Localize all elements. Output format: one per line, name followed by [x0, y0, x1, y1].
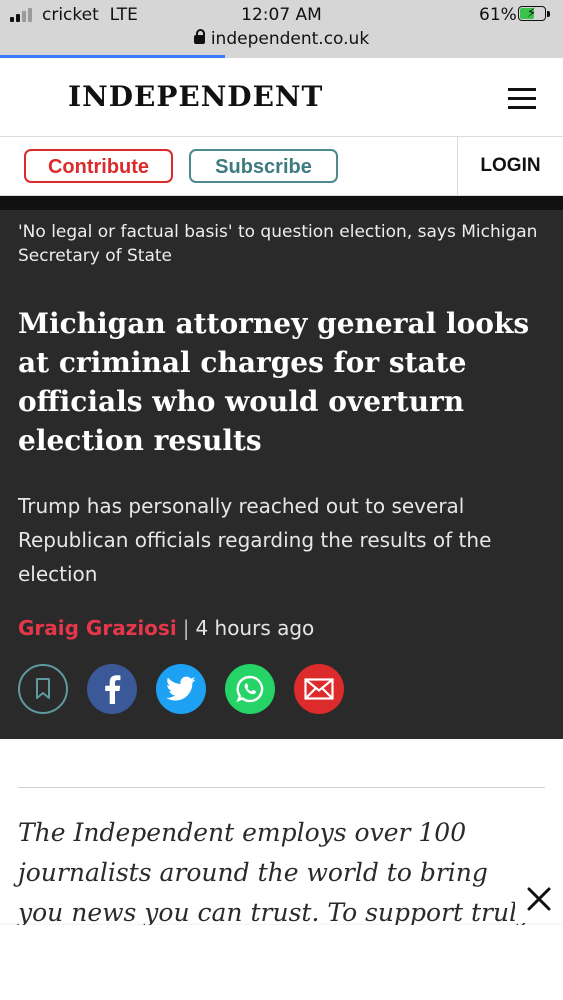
subscribe-button[interactable]: Subscribe: [189, 149, 338, 183]
address-bar[interactable]: independent.co.uk: [0, 29, 563, 49]
login-button[interactable]: LOGIN: [458, 137, 563, 195]
related-article-link[interactable]: 'No legal or factual basis' to question …: [18, 220, 538, 268]
article-headline: Michigan attorney general looks at crimi…: [18, 307, 530, 457]
byline-separator: |: [182, 616, 190, 640]
site-header: INDEPENDENT: [0, 58, 563, 136]
support-message: The Independent employs over 100 journal…: [18, 818, 532, 927]
whatsapp-icon[interactable]: [225, 664, 275, 714]
status-bar: cricket LTE 12:07 AM 61% ⚡ independent.c…: [0, 0, 563, 58]
bottom-banner: [0, 925, 563, 1000]
facebook-icon[interactable]: [87, 664, 137, 714]
lock-icon: [193, 29, 205, 44]
battery-icon: ⚡: [518, 6, 546, 21]
site-logo[interactable]: INDEPENDENT: [68, 80, 323, 113]
article-header: 'No legal or factual basis' to question …: [0, 196, 563, 739]
battery-percent: 61%: [479, 5, 517, 25]
close-icon: [527, 887, 551, 911]
bookmark-icon[interactable]: [18, 664, 68, 714]
hamburger-menu-icon[interactable]: [508, 88, 536, 110]
contribute-button[interactable]: Contribute: [24, 149, 173, 183]
action-bar: Contribute Subscribe LOGIN: [0, 137, 563, 195]
twitter-icon[interactable]: [156, 664, 206, 714]
url-text: independent.co.uk: [210, 29, 370, 49]
publish-time: 4 hours ago: [195, 616, 315, 640]
email-icon[interactable]: [294, 664, 344, 714]
article-standfirst: Trump has personally reached out to seve…: [18, 494, 492, 586]
share-bar: [18, 664, 344, 714]
close-banner-button[interactable]: [515, 875, 563, 923]
byline: Graig Graziosi | 4 hours ago: [18, 616, 314, 640]
author-link[interactable]: Graig Graziosi: [18, 616, 177, 640]
